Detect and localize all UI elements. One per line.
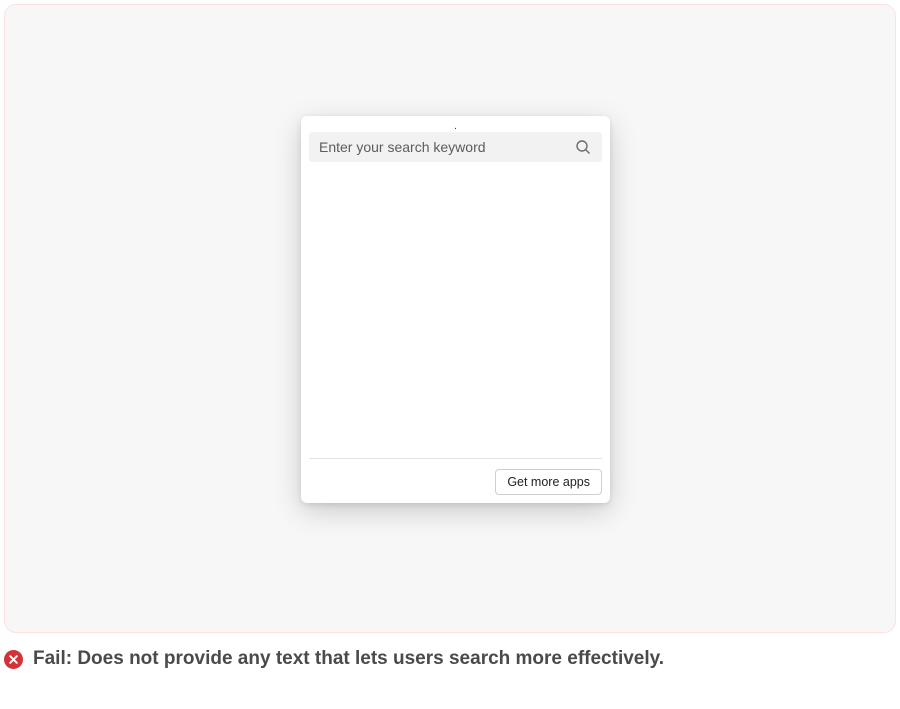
search-icon[interactable] [574, 138, 592, 156]
search-panel: . Get more apps [301, 116, 610, 503]
error-icon [4, 650, 23, 669]
search-input[interactable] [319, 139, 574, 155]
panel-footer: Get more apps [309, 458, 602, 495]
get-more-apps-button[interactable]: Get more apps [495, 469, 602, 495]
results-area [309, 162, 602, 458]
caption-text: Fail: Does not provide any text that let… [33, 648, 664, 670]
example-frame: . Get more apps [4, 4, 896, 633]
panel-handle-mark: . [309, 124, 602, 130]
search-field-container [309, 132, 602, 162]
caption-row: Fail: Does not provide any text that let… [4, 648, 664, 670]
